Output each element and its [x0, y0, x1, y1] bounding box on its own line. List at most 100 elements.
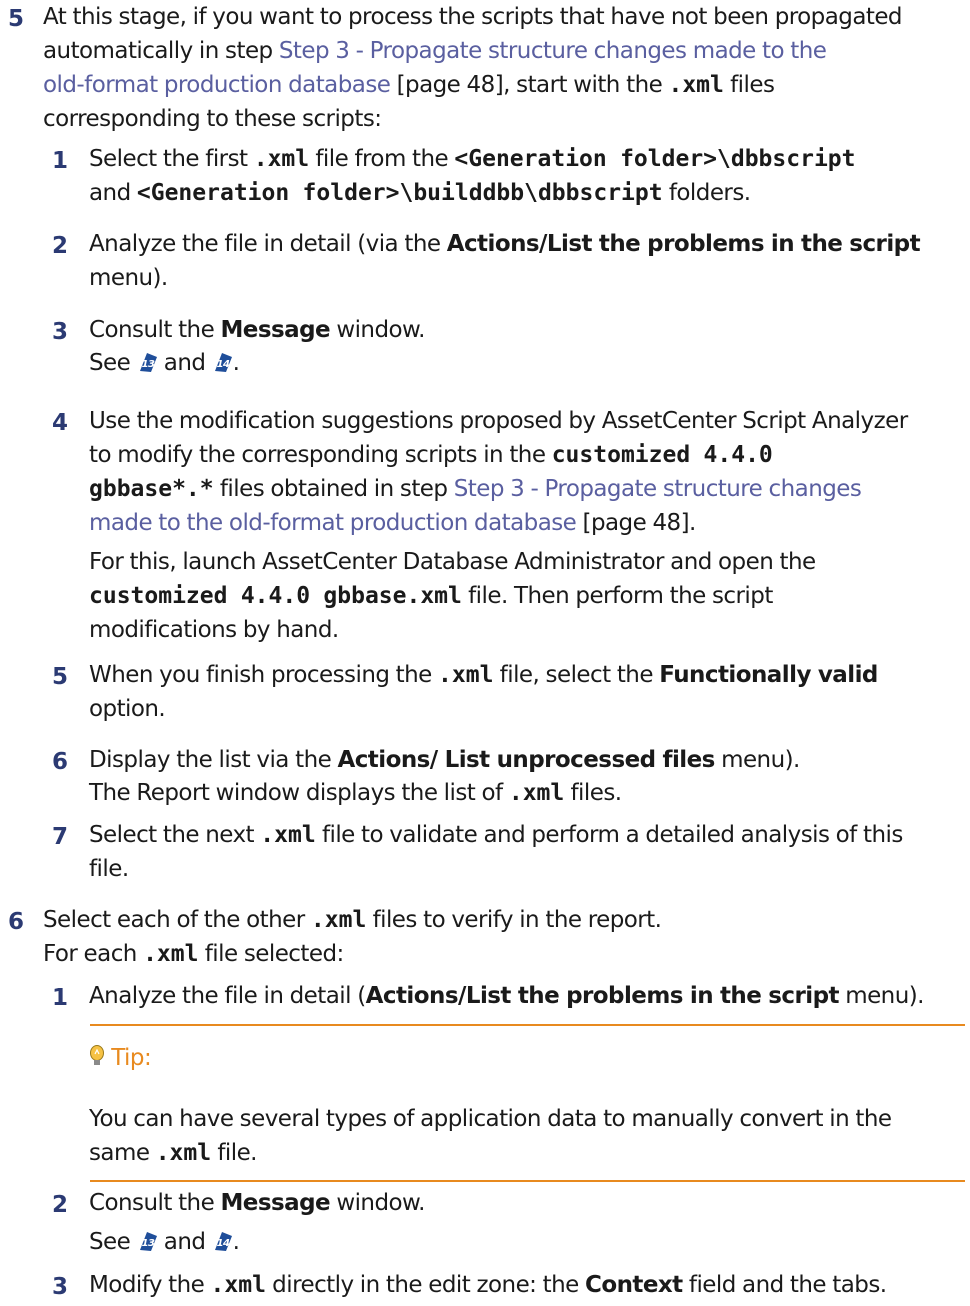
text-span: file to validate and perform a detailed …	[315, 822, 903, 848]
text-line: Tip:	[89, 1041, 152, 1075]
substep-number: 1	[52, 148, 69, 174]
text-span: and	[157, 1229, 212, 1255]
cross-reference-link[interactable]: Step 3 - Propagate structure changes mad…	[279, 38, 827, 64]
text-span: .xml	[310, 907, 367, 933]
text-span: file. Then perform the script	[461, 583, 773, 609]
text-span: .xml	[253, 146, 310, 172]
text-span: field and the tabs.	[682, 1272, 887, 1298]
cross-reference-link[interactable]: Step 3 - Propagate structure changes	[454, 476, 862, 502]
text-span: file from the	[309, 146, 455, 172]
cross-reference-link[interactable]: made to the old-format production databa…	[89, 510, 577, 536]
text-span: files obtained in step	[213, 476, 454, 502]
text-span: automatically in step	[43, 38, 279, 64]
text-line: Modify the .xml directly in the edit zon…	[89, 1268, 887, 1302]
text-span: .xml	[155, 1140, 212, 1166]
text-span: You can have several types of applicatio…	[89, 1106, 892, 1132]
text-span: Functionally valid	[659, 662, 878, 688]
text-line: to modify the corresponding scripts in t…	[89, 438, 908, 472]
cross-reference-link[interactable]: old-format production database	[43, 72, 391, 98]
text-span: Analyze the file in detail (	[89, 983, 366, 1009]
text-span: Actions/ List unprocessed files	[337, 747, 715, 773]
tip-label: Tip:	[111, 1045, 152, 1071]
text-line: For each .xml file selected:	[43, 937, 661, 971]
text-line: old-format production database [page 48]…	[43, 68, 902, 102]
text-span: <Generation folder>\dbbscript	[454, 146, 856, 172]
text-line: and <Generation folder>\builddbb\dbbscri…	[89, 176, 856, 210]
text-span: modifications by hand.	[89, 617, 339, 643]
text-span: Actions/List the problems in the script	[365, 983, 840, 1009]
text-span: Consult the	[89, 1190, 221, 1216]
text-span: menu).	[89, 265, 168, 291]
text-span: files.	[564, 780, 623, 806]
text-span: .xml	[508, 780, 565, 806]
callout-number: 14	[216, 1238, 229, 1249]
text-span: [page 48].	[576, 510, 697, 536]
substep-number: 5	[52, 664, 69, 690]
callout-number-badge-icon: 14	[214, 1232, 232, 1251]
text-span: Modify the	[89, 1272, 211, 1298]
text-span: corresponding to these scripts:	[43, 106, 382, 132]
text-span: same	[89, 1140, 156, 1166]
text-span: file.	[211, 1140, 257, 1166]
text-span: Select each of the other	[43, 907, 311, 933]
callout-number-badge-icon: 13	[139, 353, 157, 372]
substep-number: 4	[52, 410, 69, 436]
text-span: .xml	[143, 941, 199, 967]
text-span: .xml	[210, 1272, 266, 1298]
substep-number: 6	[52, 749, 69, 775]
text-line: gbbase*.* files obtained in step Step 3 …	[89, 472, 908, 506]
text-span: For each	[43, 941, 144, 967]
callout-number: 14	[216, 359, 229, 370]
text-span: file, select the	[493, 662, 660, 688]
substep-number: 3	[52, 319, 69, 345]
text-span: .	[232, 350, 240, 376]
text-span: Select the next	[89, 822, 261, 848]
substep-number: 2	[52, 233, 69, 259]
substep-number: 2	[52, 1192, 69, 1218]
text-line: When you finish processing the .xml file…	[89, 658, 878, 692]
callout-number: 13	[141, 1238, 154, 1249]
text-line: Select the next .xml file to validate an…	[89, 818, 903, 852]
text-line: Analyze the file in detail (Actions/List…	[89, 979, 924, 1013]
text-span: option.	[89, 696, 166, 722]
callout-number-badge-icon: 14	[214, 353, 232, 372]
text-span: customized 4.4.0	[551, 442, 773, 468]
text-span: .xml	[260, 822, 316, 848]
text-line: See 13 and 14 .	[89, 1225, 240, 1259]
text-span: .xml	[438, 662, 494, 688]
text-span: Display the list via the	[89, 747, 338, 773]
text-line: Analyze the file in detail (via the Acti…	[89, 227, 921, 261]
tip-top-divider	[90, 1024, 965, 1026]
callout-number: 13	[141, 359, 154, 370]
substep-number: 3	[52, 1274, 69, 1300]
text-span: and	[89, 180, 137, 206]
text-line: The Report window displays the list of .…	[89, 776, 622, 810]
text-span: Consult the	[89, 317, 221, 343]
text-span: Select the first	[89, 146, 254, 172]
see-references: See 13 and 14 .	[89, 346, 240, 380]
text-span: Analyze the file in detail (via the	[89, 231, 447, 257]
text-span: menu).	[838, 983, 924, 1009]
text-line: Consult the Message window.	[89, 313, 425, 347]
step-number: 6	[8, 909, 25, 935]
callout-number-badge-icon: 13	[139, 1232, 157, 1251]
lightbulb-icon	[90, 1045, 104, 1065]
see-references: See 13 and 14 .	[89, 1225, 240, 1259]
text-span: Message	[220, 317, 331, 343]
step-text: At this stage, if you want to process th…	[43, 0, 903, 136]
text-span: .	[232, 1229, 240, 1255]
text-span: See	[89, 1229, 137, 1255]
text-span: The Report window displays the list of	[89, 780, 509, 806]
text-line: made to the old-format production databa…	[89, 506, 908, 540]
text-span: files	[723, 72, 775, 98]
text-line: same .xml file.	[89, 1136, 892, 1170]
text-span: Message	[220, 1190, 331, 1216]
text-span: For this, launch AssetCenter Database Ad…	[89, 549, 816, 575]
text-span: window.	[330, 1190, 425, 1216]
text-span: At this stage, if you want to process th…	[43, 4, 903, 30]
text-line: Consult the Message window.	[89, 1186, 425, 1220]
text-line: Display the list via the Actions/ List u…	[89, 743, 800, 777]
text-span: files to verify in the report.	[366, 907, 662, 933]
text-line: See 13 and 14 .	[89, 346, 240, 380]
tip-bottom-divider	[90, 1180, 965, 1182]
